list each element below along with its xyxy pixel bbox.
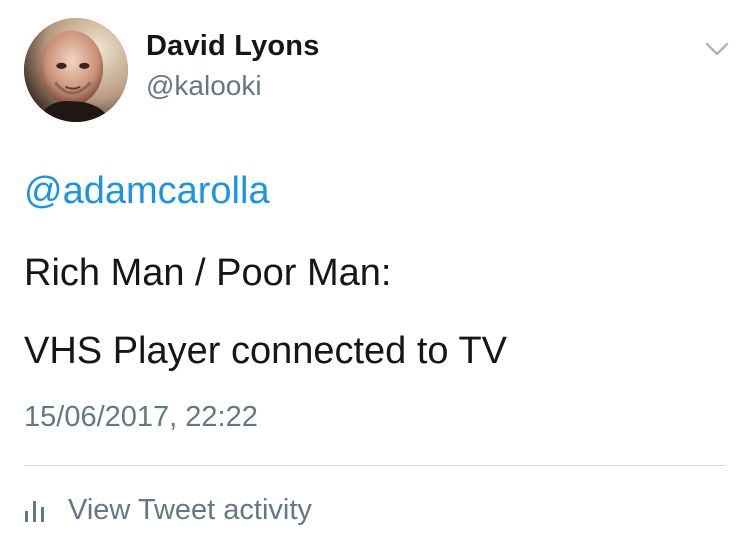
user-avatar-icon — [24, 18, 128, 122]
tweet-text-line: VHS Player connected to TV — [24, 330, 507, 372]
divider — [24, 465, 726, 466]
bar-chart-icon — [25, 501, 44, 522]
view-tweet-activity-button[interactable]: View Tweet activity — [24, 490, 312, 530]
author-name[interactable]: David Lyons — [146, 30, 320, 63]
tweet-timestamp[interactable]: 15/06/2017, 22:22 — [24, 401, 258, 434]
author-avatar[interactable] — [24, 18, 128, 122]
tweet-text-line: Rich Man / Poor Man: — [24, 252, 392, 294]
author-handle[interactable]: @kalooki — [146, 70, 262, 102]
view-tweet-activity-label: View Tweet activity — [68, 493, 312, 526]
chevron-down-icon[interactable] — [704, 40, 730, 58]
mention-link[interactable]: @adamcarolla — [24, 170, 270, 213]
